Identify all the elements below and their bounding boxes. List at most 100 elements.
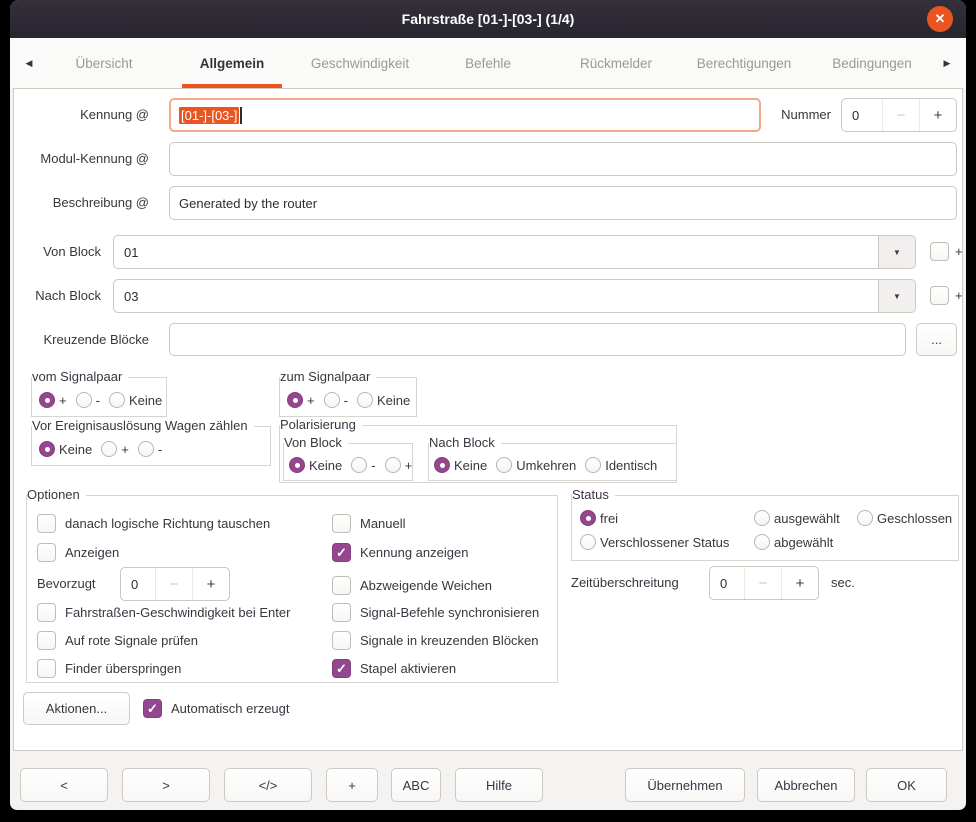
radio-label: frei <box>600 511 618 526</box>
abc-button[interactable]: ABC <box>391 768 441 802</box>
modul-kennung-input[interactable] <box>169 142 957 176</box>
kreuzende-bloecke-more-button[interactable]: ... <box>916 323 957 356</box>
radio-vom-plus[interactable] <box>39 392 55 408</box>
radio-vom-keine[interactable] <box>109 392 125 408</box>
bevorzugt-decrement-button[interactable]: − <box>155 568 192 600</box>
radio-status-geschlossen[interactable] <box>857 510 873 526</box>
checkbox-label: Anzeigen <box>65 545 119 560</box>
geschwindigkeit-enter-checkbox[interactable]: ✓ <box>37 603 56 622</box>
kreuzende-bloecke-label: Kreuzende Blöcke <box>14 323 149 356</box>
kennung-input[interactable]: [01-]-[03-] <box>169 98 761 132</box>
add-button[interactable]: + <box>326 768 378 802</box>
nach-block-plus-checkbox[interactable]: ✓ <box>930 286 949 305</box>
tab-geschwindigkeit[interactable]: Geschwindigkeit <box>296 38 424 88</box>
apply-button[interactable]: Übernehmen <box>625 768 745 802</box>
radio-status-ausgewaehlt[interactable] <box>754 510 770 526</box>
bevorzugt-increment-button[interactable]: + <box>192 568 229 600</box>
richtung-tauschen-checkbox[interactable]: ✓ <box>37 514 56 533</box>
tab-uebersicht[interactable]: Übersicht <box>40 38 168 88</box>
nach-block-dropdown-button[interactable]: ▼ <box>878 280 915 312</box>
aktionen-button[interactable]: Aktionen... <box>23 692 130 725</box>
option-signal-befehle-sync: ✓ Signal-Befehle synchronisieren <box>332 603 539 622</box>
beschreibung-input[interactable]: Generated by the router <box>169 186 957 220</box>
screen-background: { "icons": { "close": "✕", "check": "✓",… <box>0 0 976 822</box>
von-block-dropdown-button[interactable]: ▼ <box>878 236 915 268</box>
vom-signalpaar-title: vom Signalpaar <box>32 369 128 385</box>
radio-vom-minus[interactable] <box>76 392 92 408</box>
radio-status-verschlossener[interactable] <box>580 534 596 550</box>
zeitueberschreitung-value[interactable]: 0 <box>710 567 744 599</box>
radio-polar-nach-keine[interactable] <box>434 457 450 473</box>
checkbox-label: Kennung anzeigen <box>360 545 468 560</box>
checkbox-label: Manuell <box>360 516 406 531</box>
wagen-zaehlen-frame: Vor Ereignisauslösung Wagen zählen Keine… <box>31 426 271 466</box>
tab-berechtigungen[interactable]: Berechtigungen <box>680 38 808 88</box>
radio-wagen-keine[interactable] <box>39 441 55 457</box>
status-frei: frei <box>580 510 627 526</box>
radio-label: Keine <box>59 442 92 457</box>
von-block-value: 01 <box>114 236 878 268</box>
nav-prev-button[interactable]: < <box>20 768 108 802</box>
radio-polar-von-minus[interactable] <box>351 457 367 473</box>
kreuzende-bloecke-input[interactable] <box>169 323 906 356</box>
xml-code-button[interactable]: </> <box>224 768 312 802</box>
radio-zum-plus[interactable] <box>287 392 303 408</box>
abzweigende-weichen-checkbox[interactable]: ✓ <box>332 576 351 595</box>
tab-scroll-left-icon[interactable]: ◀ <box>18 38 40 88</box>
radio-label: Keine <box>129 393 162 408</box>
titlebar[interactable]: Fahrstraße [01-]-[03-] (1/4) ✕ <box>10 0 966 38</box>
tab-befehle[interactable]: Befehle <box>424 38 552 88</box>
close-button[interactable]: ✕ <box>927 6 953 32</box>
signale-kreuzende-checkbox[interactable]: ✓ <box>332 631 351 650</box>
modul-kennung-label: Modul-Kennung @ <box>14 142 149 176</box>
automatisch-erzeugt-checkbox[interactable]: ✓ <box>143 699 162 718</box>
radio-label: + <box>307 393 315 408</box>
tab-label: Bedingungen <box>832 56 912 71</box>
tab-rueckmelder[interactable]: Rückmelder <box>552 38 680 88</box>
rote-signale-checkbox[interactable]: ✓ <box>37 631 56 650</box>
ok-button[interactable]: OK <box>866 768 947 802</box>
finder-ueberspringen-checkbox[interactable]: ✓ <box>37 659 56 678</box>
radio-status-abgewaehlt[interactable] <box>754 534 770 550</box>
polarisierung-title: Polarisierung <box>280 417 362 433</box>
radio-zum-minus[interactable] <box>324 392 340 408</box>
tab-bedingungen[interactable]: Bedingungen <box>808 38 936 88</box>
von-block-combobox[interactable]: 01 ▼ <box>113 235 916 269</box>
stapel-aktivieren-checkbox[interactable]: ✓ <box>332 659 351 678</box>
nav-next-button[interactable]: > <box>122 768 210 802</box>
nummer-value[interactable]: 0 <box>842 99 882 131</box>
radio-status-frei[interactable] <box>580 510 596 526</box>
nummer-decrement-button[interactable]: − <box>882 99 919 131</box>
radio-wagen-minus[interactable] <box>138 441 154 457</box>
polarisierung-nach-block-title: Nach Block <box>429 435 501 451</box>
zeit-increment-button[interactable]: + <box>781 567 818 599</box>
status-title: Status <box>572 487 615 503</box>
manuell-checkbox[interactable]: ✓ <box>332 514 351 533</box>
radio-zum-keine[interactable] <box>357 392 373 408</box>
zeit-decrement-button[interactable]: − <box>744 567 781 599</box>
option-finder-ueberspringen: ✓ Finder überspringen <box>37 659 181 678</box>
kennung-anzeigen-checkbox[interactable]: ✓ <box>332 543 351 562</box>
polarisierung-von-radio-group: Keine - + <box>289 457 421 473</box>
help-button[interactable]: Hilfe <box>455 768 543 802</box>
anzeigen-checkbox[interactable]: ✓ <box>37 543 56 562</box>
nach-block-label: Nach Block <box>14 279 101 313</box>
radio-polar-nach-identisch[interactable] <box>585 457 601 473</box>
nach-block-combobox[interactable]: 03 ▼ <box>113 279 916 313</box>
radio-polar-von-plus[interactable] <box>385 457 401 473</box>
bevorzugt-value[interactable]: 0 <box>121 568 155 600</box>
dialog-window: Fahrstraße [01-]-[03-] (1/4) ✕ ◀ Übersic… <box>10 0 966 810</box>
von-block-plus-checkbox[interactable]: ✓ <box>930 242 949 261</box>
tab-scroll-right-icon[interactable]: ▶ <box>936 38 958 88</box>
vom-signalpaar-radio-group: + - Keine <box>39 392 171 408</box>
zum-signalpaar-radio-group: + - Keine <box>287 392 419 408</box>
radio-wagen-plus[interactable] <box>101 441 117 457</box>
tab-allgemein[interactable]: Allgemein <box>168 38 296 88</box>
nummer-increment-button[interactable]: + <box>919 99 956 131</box>
radio-polar-von-keine[interactable] <box>289 457 305 473</box>
radio-polar-nach-umkehren[interactable] <box>496 457 512 473</box>
tab-label: Allgemein <box>200 56 265 71</box>
signal-befehle-sync-checkbox[interactable]: ✓ <box>332 603 351 622</box>
tab-label: Befehle <box>465 56 511 71</box>
cancel-button[interactable]: Abbrechen <box>757 768 855 802</box>
